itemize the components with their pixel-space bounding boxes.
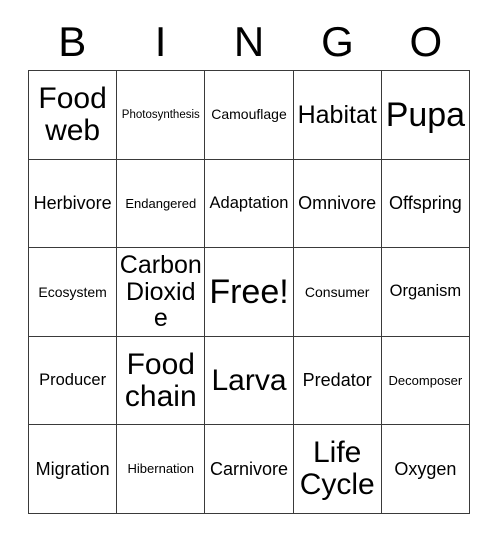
bingo-cell[interactable]: Hibernation — [117, 425, 206, 514]
bingo-cell[interactable]: Photosynthesis — [117, 71, 206, 160]
bingo-cell-free[interactable]: Free! — [205, 248, 294, 337]
bingo-cell[interactable]: Habitat — [293, 71, 382, 160]
bingo-cell[interactable]: Carnivore — [205, 425, 294, 514]
bingo-grid: Food web Photosynthesis Camouflage Habitat P… — [28, 70, 470, 514]
bingo-cell[interactable]: Food web — [29, 71, 118, 160]
bingo-cell[interactable]: Herbivore — [29, 159, 118, 249]
bingo-cell-label: Herbivore — [33, 192, 112, 213]
bingo-cell-label: Free! — [209, 272, 289, 311]
bingo-cell[interactable]: Offspring — [381, 159, 470, 249]
bingo-cell-label: Pupa — [385, 95, 466, 134]
bingo-cell[interactable]: Camouflage — [205, 71, 294, 160]
bingo-cell[interactable]: Oxygen — [381, 425, 470, 514]
bingo-cell[interactable]: Pupa — [381, 71, 470, 160]
bingo-cell-label: Offspring — [389, 192, 462, 213]
bingo-cell-label: Decomposer — [388, 372, 463, 388]
bingo-cell[interactable]: Omnivore — [293, 159, 382, 249]
bingo-cell[interactable]: Life Cycle — [293, 425, 382, 514]
bingo-cell-label: Life Cycle — [299, 436, 375, 502]
bingo-cell[interactable]: Food chain — [117, 336, 206, 426]
bingo-cell[interactable]: Larva — [205, 336, 294, 426]
bingo-cell[interactable]: Adaptation — [205, 159, 294, 249]
bingo-cell-label: Habitat — [297, 100, 377, 129]
bingo-cell-label: Migration — [35, 458, 110, 479]
bingo-cell[interactable]: Endangered — [117, 159, 206, 249]
bingo-cell-label: Organism — [389, 282, 462, 301]
bingo-cell-label: Adaptation — [209, 193, 289, 212]
header-letter-i: I — [154, 18, 167, 65]
bingo-cell-label: Photosynthesis — [121, 108, 200, 121]
bingo-cell[interactable]: Organism — [381, 248, 470, 337]
bingo-cell[interactable]: Decomposer — [381, 336, 470, 426]
bingo-header-row: B I N G O — [28, 14, 470, 70]
header-letter-b: B — [58, 18, 87, 65]
bingo-cell-label: Endangered — [125, 195, 197, 211]
bingo-cell-label: Larva — [211, 363, 287, 397]
header-letter-g: G — [321, 18, 354, 65]
bingo-cell-label: Hibernation — [127, 461, 195, 477]
bingo-cell[interactable]: Predator — [293, 336, 382, 426]
bingo-cell[interactable]: Carbon Dioxide — [117, 248, 206, 337]
bingo-cell-label: Predator — [302, 370, 372, 391]
bingo-card: B I N G O Food web Photosynthesis Camoufla… — [0, 0, 500, 544]
bingo-cell-label: Consumer — [304, 283, 370, 300]
bingo-cell-label: Camouflage — [211, 106, 287, 123]
bingo-cell-label: Ecosystem — [38, 283, 107, 300]
bingo-cell-label: Food chain — [124, 347, 197, 413]
bingo-cell-label: Carbon Dioxide — [119, 251, 202, 333]
bingo-cell-label: Carnivore — [209, 458, 288, 479]
bingo-cell[interactable]: Ecosystem — [29, 248, 118, 337]
header-letter-o: O — [409, 18, 443, 65]
bingo-cell-label: Food web — [38, 82, 107, 147]
bingo-cell[interactable]: Consumer — [293, 248, 382, 337]
header-letter-n: N — [233, 18, 265, 65]
bingo-cell-label: Omnivore — [298, 192, 377, 213]
bingo-cell-label: Producer — [39, 370, 107, 389]
bingo-cell[interactable]: Producer — [29, 336, 118, 426]
bingo-cell[interactable]: Migration — [29, 425, 118, 514]
bingo-cell-label: Oxygen — [394, 458, 457, 479]
